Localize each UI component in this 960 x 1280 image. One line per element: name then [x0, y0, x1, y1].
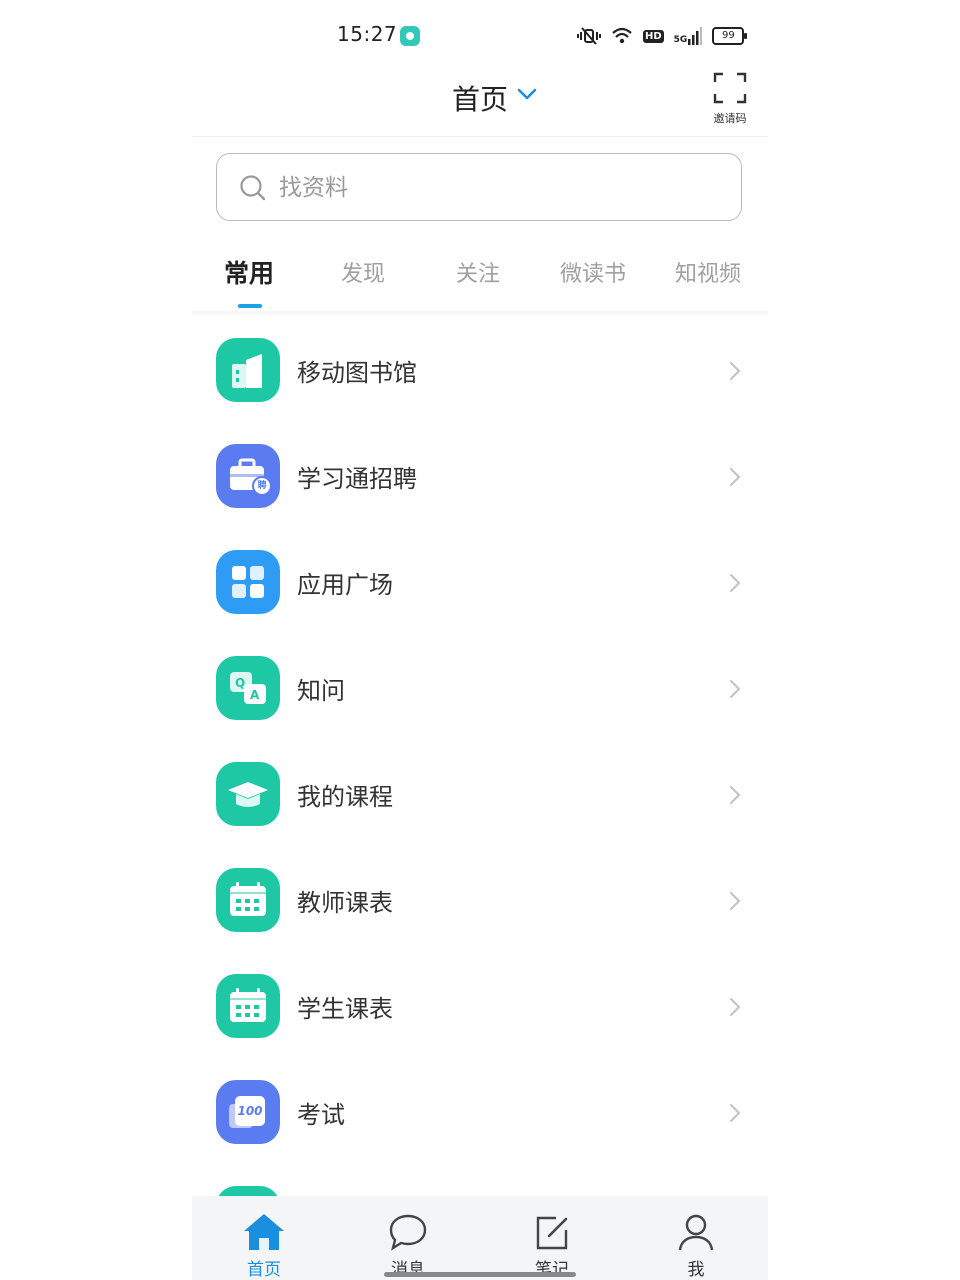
recruit-briefcase-icon: 聘 — [216, 444, 280, 508]
signal-5g: 5G — [674, 27, 703, 45]
list-item-app-square[interactable]: 应用广场 — [192, 530, 768, 636]
category-tabs: 常用 发现 关注 微读书 知视频 — [192, 246, 768, 312]
chevron-right-icon — [729, 679, 741, 699]
chevron-right-icon — [729, 785, 741, 805]
recruit-badge: 聘 — [257, 481, 267, 491]
nav-me[interactable]: 我 — [656, 1212, 736, 1280]
nav-label: 首页 — [247, 1260, 281, 1280]
tabs-divider — [192, 311, 768, 317]
calendar-icon — [216, 868, 280, 932]
scan-frame-icon — [713, 72, 747, 104]
chat-bubble-icon — [389, 1214, 427, 1251]
nav-messages[interactable]: 消息 — [368, 1212, 448, 1280]
invite-code-label: 邀请码 — [713, 112, 747, 125]
list-item-mobile-library[interactable]: 移动图书馆 — [192, 318, 768, 424]
svg-text:A: A — [250, 688, 260, 702]
hd-badge: HD — [643, 29, 664, 43]
chevron-right-icon — [729, 997, 741, 1017]
graduation-cap-icon — [216, 762, 280, 826]
notification-app-icon — [400, 26, 420, 46]
signal-5g-label: 5G — [673, 35, 688, 45]
list-item-exam[interactable]: 100 考试 — [192, 1060, 768, 1166]
wifi-icon — [612, 27, 632, 44]
battery-indicator: 99 — [712, 27, 748, 45]
list-item-zhiwen[interactable]: Q A 知问 — [192, 636, 768, 742]
qa-icon: Q A — [216, 656, 280, 720]
person-icon — [678, 1214, 714, 1251]
app-screen: 15:27 HD 5G 99 首页 邀请码 找资料 常用 发现 关注 微读书 知… — [192, 0, 768, 1280]
top-header: 首页 邀请码 — [192, 70, 768, 137]
list-item-label: 我的课程 — [297, 783, 393, 811]
app-grid-icon — [216, 550, 280, 614]
tab-micro-reading[interactable]: 微读书 — [560, 256, 626, 288]
list-item-label: 应用广场 — [297, 571, 393, 599]
list-item-teacher-timetable[interactable]: 教师课表 — [192, 848, 768, 954]
active-tab-indicator — [238, 304, 262, 308]
chevron-right-icon — [729, 1103, 741, 1123]
chevron-right-icon — [729, 573, 741, 593]
svg-text:Q: Q — [235, 676, 245, 690]
list-item-student-timetable[interactable]: 学生课表 — [192, 954, 768, 1060]
chevron-down-icon[interactable] — [516, 86, 538, 102]
status-bar: 15:27 HD 5G 99 — [192, 0, 768, 70]
list-item-label: 学生课表 — [297, 995, 393, 1023]
list-item-label: 考试 — [297, 1101, 345, 1129]
bottom-nav: 首页 消息 笔记 我 — [192, 1196, 768, 1280]
list-item-label: 学习通招聘 — [297, 465, 417, 493]
search-input[interactable] — [277, 168, 721, 208]
list-item-label: 知问 — [297, 677, 345, 705]
calendar-icon — [216, 974, 280, 1038]
mute-vibrate-icon — [577, 27, 601, 45]
signal-bars-icon — [688, 27, 703, 45]
exam-100-icon: 100 — [216, 1080, 280, 1144]
invite-code-button[interactable]: 邀请码 — [706, 72, 754, 128]
nav-label: 我 — [687, 1260, 705, 1280]
status-time: 15:27 — [337, 22, 398, 46]
exam-score-label: 100 — [237, 1104, 263, 1118]
list-item-my-courses[interactable]: 我的课程 — [192, 742, 768, 848]
list-item-label: 移动图书馆 — [297, 359, 417, 387]
list-item-label: 教师课表 — [297, 889, 393, 917]
home-icon — [244, 1214, 284, 1250]
chevron-right-icon — [729, 891, 741, 911]
nav-home[interactable]: 首页 — [224, 1212, 304, 1280]
home-indicator[interactable] — [384, 1272, 576, 1277]
tab-discover[interactable]: 发现 — [341, 256, 385, 288]
search-box[interactable] — [216, 153, 742, 221]
list-item-recruitment[interactable]: 聘 学习通招聘 — [192, 424, 768, 530]
library-icon — [216, 338, 280, 402]
status-indicators: HD 5G 99 — [577, 24, 748, 48]
page-title[interactable]: 首页 — [452, 78, 508, 118]
chevron-right-icon — [729, 361, 741, 381]
tab-follow[interactable]: 关注 — [456, 256, 500, 288]
tab-knowledge-video[interactable]: 知视频 — [675, 256, 741, 288]
chevron-right-icon — [729, 467, 741, 487]
nav-notes[interactable]: 笔记 — [512, 1212, 592, 1280]
tab-common[interactable]: 常用 — [224, 254, 274, 290]
note-edit-icon — [536, 1216, 568, 1250]
search-icon — [240, 175, 266, 201]
